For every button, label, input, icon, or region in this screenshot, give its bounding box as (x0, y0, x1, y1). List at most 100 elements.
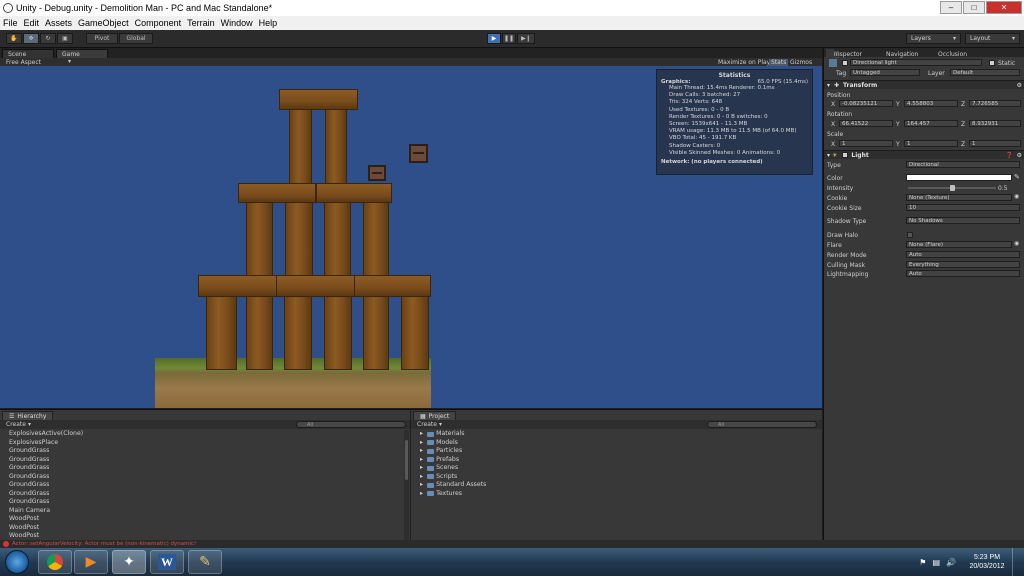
rotate-tool-button[interactable]: ↻ (40, 33, 56, 44)
scale-x-field[interactable]: 1 (839, 140, 893, 147)
hierarchy-item[interactable]: GroundGrass (0, 490, 83, 499)
rotation-z-field[interactable]: 8.932931 (969, 120, 1021, 127)
eyedropper-icon[interactable]: ✎ (1014, 173, 1020, 181)
project-create-button[interactable]: Create (417, 421, 437, 428)
folder-item[interactable]: ▸ Scenes (411, 464, 486, 473)
project-search-input[interactable]: All (707, 421, 817, 428)
move-tool-button[interactable]: ✥ (23, 33, 39, 44)
expand-arrow-icon[interactable]: ▾ (827, 82, 830, 89)
hierarchy-item[interactable]: WoodPost (0, 524, 83, 533)
hierarchy-item[interactable]: GroundGrass (0, 481, 83, 490)
rotation-y-field[interactable]: 164.457 (904, 120, 958, 127)
folder-item[interactable]: ▸ Particles (411, 447, 486, 456)
light-intensity-value[interactable]: 0.5 (998, 184, 1008, 192)
static-checkbox[interactable] (989, 60, 995, 66)
volume-icon[interactable]: 🔊 (946, 558, 956, 567)
folder-item[interactable]: ▸ Models (411, 439, 486, 448)
light-type-dropdown[interactable]: Directional (906, 161, 1020, 168)
hierarchy-item[interactable]: GroundGrass (0, 464, 83, 473)
network-icon[interactable]: ▤ (932, 558, 940, 567)
menu-edit[interactable]: Edit (21, 18, 43, 28)
maximize-button[interactable]: □ (963, 1, 985, 14)
light-flare-field[interactable]: None (Flare) (906, 241, 1012, 248)
hierarchy-search-input[interactable]: All (296, 421, 406, 428)
gizmos-dropdown[interactable]: Gizmos (790, 59, 812, 66)
position-z-field[interactable]: 7.726585 (969, 100, 1021, 107)
expand-arrow-icon[interactable]: ▸ (420, 456, 423, 465)
hierarchy-scrollbar[interactable] (404, 430, 409, 540)
intensity-slider-thumb[interactable] (950, 185, 955, 191)
tab-project[interactable]: ▦ Project (413, 411, 457, 420)
global-toggle[interactable]: Global (119, 33, 153, 44)
taskbar-app-chrome[interactable] (38, 550, 72, 574)
game-viewport[interactable]: Statistics Graphics: 65.0 FPS (15.4ms) M… (0, 66, 822, 408)
light-cookie-size-field[interactable]: 10 (906, 204, 1020, 211)
aspect-dropdown[interactable]: Free Aspect (6, 59, 41, 66)
light-culling-mask-dropdown[interactable]: Everything (906, 261, 1020, 268)
tab-navigation[interactable]: Navigation (878, 49, 918, 58)
folder-item[interactable]: ▸ Textures (411, 490, 486, 499)
hierarchy-item[interactable]: ExplosivesPlace (0, 439, 83, 448)
hierarchy-item[interactable]: WoodPost (0, 515, 83, 524)
gear-icon[interactable]: ⚙ (1017, 82, 1022, 89)
stats-toggle[interactable]: Stats (769, 59, 789, 66)
position-x-field[interactable]: -0.08235121 (839, 100, 893, 107)
light-enabled-checkbox[interactable] (842, 152, 849, 158)
taskbar-app-media-player[interactable]: ▶ (74, 550, 108, 574)
light-cookie-field[interactable]: None (Texture) (906, 194, 1012, 201)
scale-z-field[interactable]: 1 (969, 140, 1021, 147)
menu-help[interactable]: Help (256, 18, 281, 28)
flag-icon[interactable]: ⚑ (919, 558, 926, 567)
object-picker-icon[interactable]: ◉ (1014, 240, 1019, 247)
intensity-slider-track[interactable] (908, 185, 996, 191)
expand-arrow-icon[interactable]: ▸ (420, 447, 423, 456)
play-button[interactable]: ▶ (487, 33, 501, 44)
folder-item[interactable]: ▸ Materials (411, 430, 486, 439)
taskbar-clock[interactable]: 5:23 PM 20/03/2012 (962, 553, 1012, 571)
static-toggle[interactable]: Static (986, 59, 1015, 67)
menu-terrain[interactable]: Terrain (184, 18, 218, 28)
scale-tool-button[interactable]: ▣ (57, 33, 73, 44)
menu-component[interactable]: Component (132, 18, 185, 28)
active-checkbox[interactable] (842, 60, 848, 66)
tab-hierarchy[interactable]: ☰ Hierarchy (2, 411, 54, 420)
object-name-field[interactable]: Directional light (850, 59, 982, 66)
layers-dropdown[interactable]: Layers ▾ (906, 33, 961, 44)
object-picker-icon[interactable]: ◉ (1014, 193, 1019, 200)
light-component-header[interactable]: ▾ ☀ Light ❓ ⚙ (824, 150, 1024, 159)
step-button[interactable]: ▶❙ (517, 33, 535, 44)
menu-assets[interactable]: Assets (42, 18, 75, 28)
close-button[interactable]: ✕ (986, 1, 1022, 14)
light-color-swatch[interactable] (906, 174, 1012, 181)
menu-window[interactable]: Window (218, 18, 256, 28)
rotation-x-field[interactable]: 66.41522 (839, 120, 893, 127)
show-desktop-button[interactable] (1012, 548, 1024, 576)
hierarchy-item[interactable]: GroundGrass (0, 456, 83, 465)
minimize-button[interactable]: – (940, 1, 962, 14)
maximize-on-play-toggle[interactable]: Maximize on Play (718, 59, 770, 66)
expand-arrow-icon[interactable]: ▸ (420, 464, 423, 473)
hierarchy-item[interactable]: GroundGrass (0, 473, 83, 482)
expand-arrow-icon[interactable]: ▸ (420, 430, 423, 439)
pivot-toggle[interactable]: Pivot (86, 33, 118, 44)
folder-item[interactable]: ▸ Standard Assets (411, 481, 486, 490)
tab-occlusion[interactable]: Occlusion (930, 49, 967, 58)
gear-icon[interactable]: ⚙ (1017, 152, 1022, 159)
expand-arrow-icon[interactable]: ▸ (420, 473, 423, 482)
layout-dropdown[interactable]: Layout ▾ (965, 33, 1020, 44)
folder-item[interactable]: ▸ Prefabs (411, 456, 486, 465)
help-icon[interactable]: ❓ (1006, 152, 1013, 159)
menu-gameobject[interactable]: GameObject (75, 18, 132, 28)
taskbar-app-unity[interactable]: ✦ (112, 550, 146, 574)
light-lightmapping-dropdown[interactable]: Auto (906, 270, 1020, 277)
scale-y-field[interactable]: 1 (904, 140, 958, 147)
taskbar-app-word[interactable]: W (150, 550, 184, 574)
hierarchy-item[interactable]: ExplosivesActive(Clone) (0, 430, 83, 439)
folder-item[interactable]: ▸ Scripts (411, 473, 486, 482)
tag-dropdown[interactable]: Untagged (850, 69, 920, 76)
draw-halo-checkbox[interactable] (907, 232, 913, 238)
pause-button[interactable]: ❚❚ (502, 33, 516, 44)
tab-game[interactable]: Game (56, 49, 108, 58)
expand-arrow-icon[interactable]: ▾ (827, 152, 830, 159)
menu-file[interactable]: File (0, 18, 21, 28)
